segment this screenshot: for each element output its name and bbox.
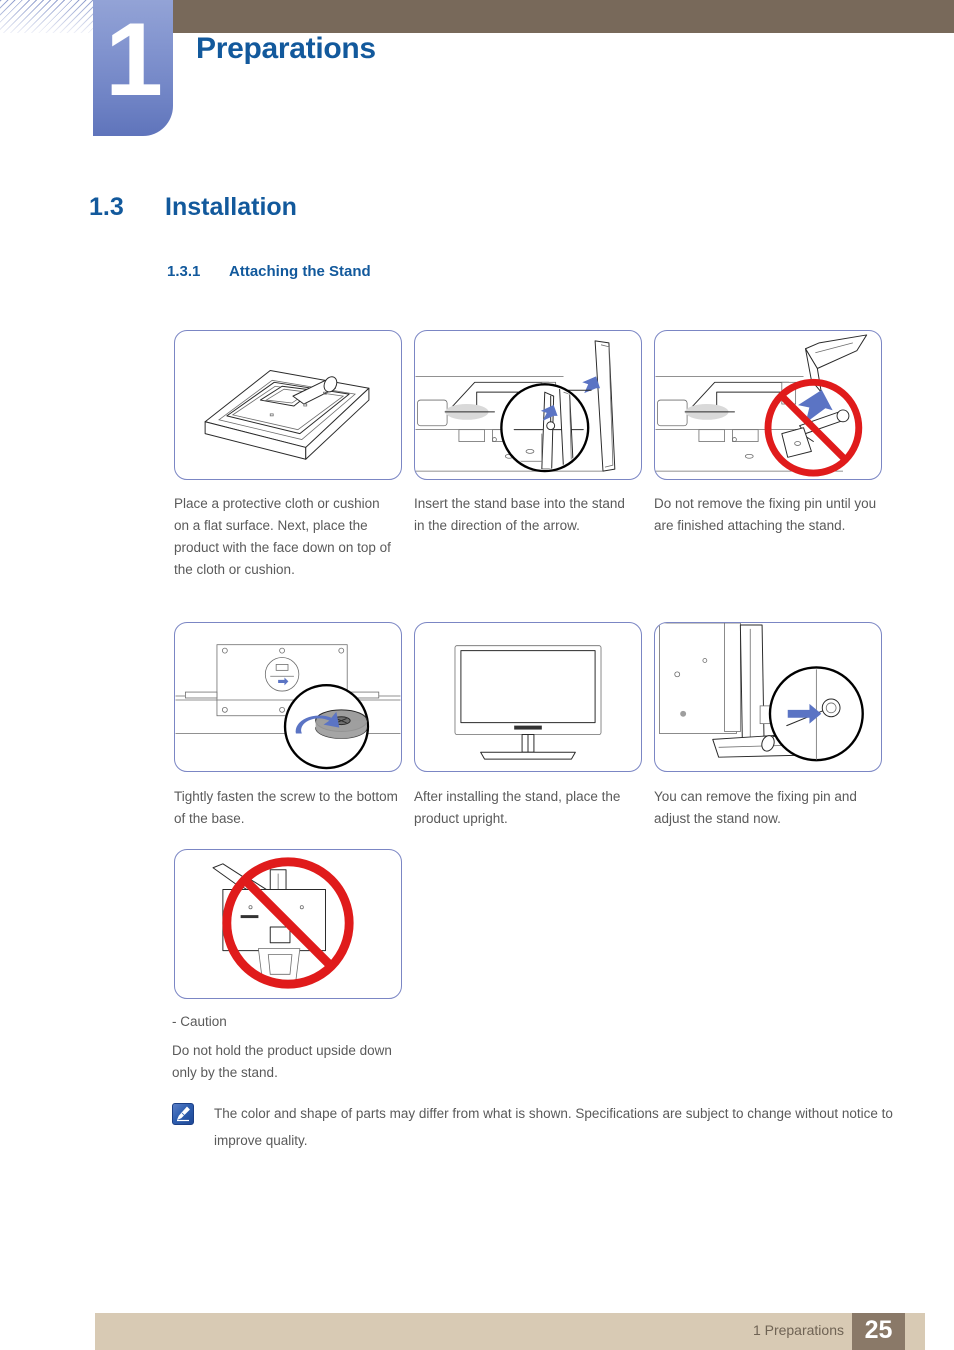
caption-step-3: Do not remove the fixing pin until you a…	[654, 496, 877, 533]
subsection-title: Attaching the Stand	[229, 263, 371, 280]
chapter-tab: 1	[93, 0, 173, 136]
illustration-panel-step-4	[174, 622, 402, 772]
caption-step-6: You can remove the fixing pin and adjust…	[654, 789, 857, 826]
caution-text: Do not hold the product upside down only…	[172, 1043, 392, 1080]
caption-step-1: Place a protective cloth or cushion on a…	[174, 496, 391, 577]
illustration-panel-step-1	[174, 330, 402, 480]
hatch-decoration	[0, 0, 96, 33]
subsection-number: 1.3.1	[167, 263, 201, 280]
illustration-panel-step-5	[414, 622, 642, 772]
caption-step-4: Tightly fasten the screw to the bottom o…	[174, 789, 398, 826]
illustration-panel-step-6	[654, 622, 882, 772]
illustration-panel-caution	[174, 849, 402, 999]
chapter-number: 1	[105, 2, 163, 118]
page-header: 1 Preparations	[0, 0, 954, 140]
section-number: 1.3	[89, 193, 124, 221]
footer-label: 1 Preparations	[752, 1322, 844, 1338]
illustration-panel-step-2	[414, 330, 642, 480]
illustration-panel-step-3	[654, 330, 882, 480]
section-title: Installation	[165, 193, 297, 221]
note-text: The color and shape of parts may differ …	[214, 1106, 893, 1148]
caption-step-2: Insert the stand base into the stand in …	[414, 496, 625, 533]
header-bar	[170, 0, 954, 33]
caption-step-5: After installing the stand, place the pr…	[414, 789, 621, 826]
chapter-title: Preparations	[196, 32, 376, 65]
note-pen-icon	[172, 1103, 194, 1125]
caution-label: - Caution	[172, 1014, 227, 1029]
footer-page-number: 25	[864, 1316, 893, 1344]
